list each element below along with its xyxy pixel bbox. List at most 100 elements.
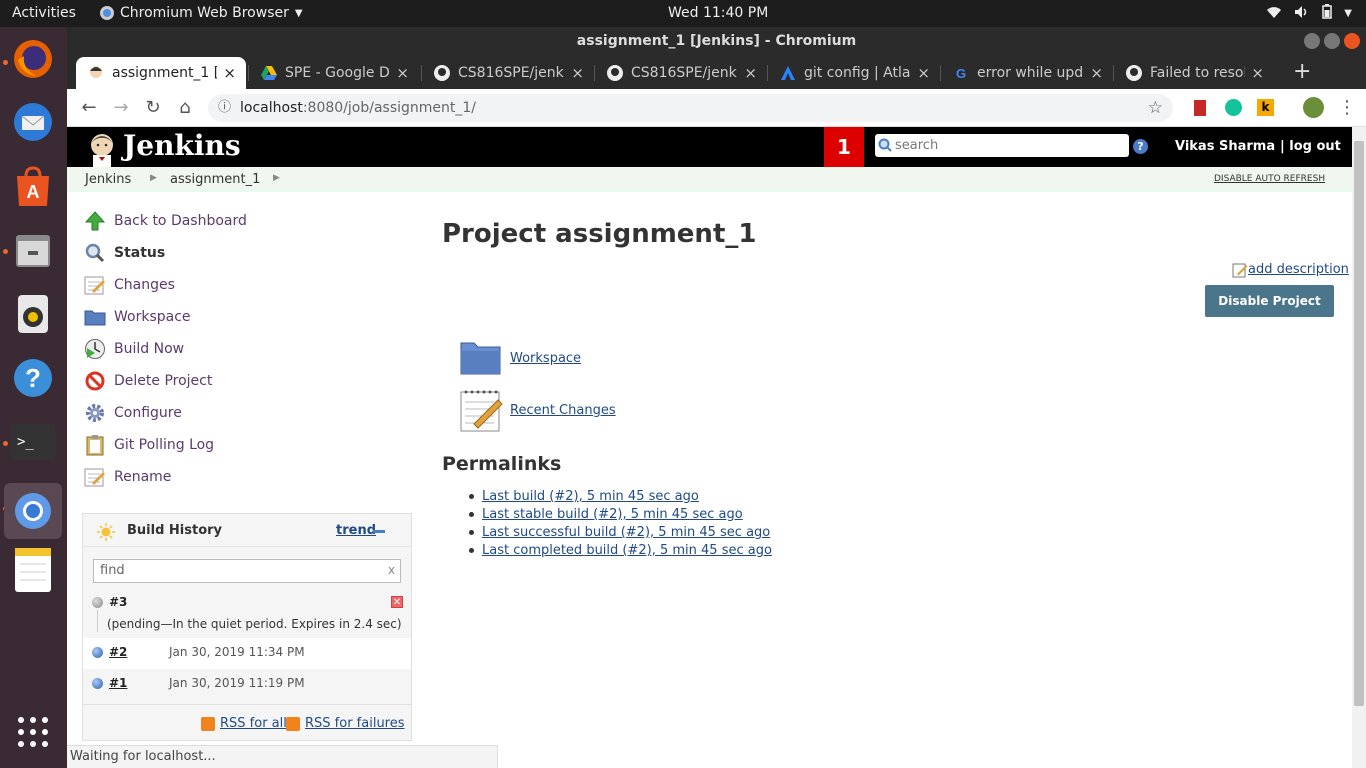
task-changes[interactable]: Changes bbox=[83, 273, 175, 297]
add-description-link[interactable]: add description bbox=[1248, 262, 1349, 277]
clock[interactable]: Wed 11:40 PM bbox=[668, 5, 768, 21]
rss-failures-link[interactable]: RSS for failures bbox=[305, 716, 405, 731]
tab-github-1[interactable]: CS816SPE/jenki × bbox=[422, 57, 594, 89]
cancel-build-icon[interactable]: ✕ bbox=[391, 596, 403, 608]
keep-extension-icon[interactable]: k bbox=[1257, 99, 1274, 116]
home-icon[interactable]: ⌂ bbox=[174, 97, 196, 119]
close-icon[interactable]: × bbox=[1090, 64, 1103, 82]
search-input[interactable]: search bbox=[875, 134, 1129, 157]
reload-icon[interactable]: ↻ bbox=[142, 97, 164, 119]
user-name-link[interactable]: Vikas Sharma bbox=[1175, 139, 1275, 154]
task-git-polling-log[interactable]: Git Polling Log bbox=[83, 433, 214, 457]
collapse-icon[interactable] bbox=[373, 530, 385, 533]
permalink-text[interactable]: Last completed build (#2), 5 min 45 sec … bbox=[482, 543, 772, 558]
breadcrumb: Jenkins ▶ assignment_1 ▶ DISABLE AUTO RE… bbox=[67, 167, 1352, 192]
notepad-icon[interactable] bbox=[460, 388, 504, 436]
sun-weather-icon bbox=[97, 523, 115, 545]
close-icon[interactable]: × bbox=[1251, 64, 1264, 82]
google-icon: G bbox=[955, 65, 967, 81]
build-number-link[interactable]: #2 bbox=[109, 645, 127, 659]
task-status[interactable]: Status bbox=[83, 241, 165, 265]
build-filter-input[interactable]: find bbox=[93, 559, 401, 583]
permalink-text[interactable]: Last build (#2), 5 min 45 sec ago bbox=[482, 489, 699, 504]
notes-icon[interactable] bbox=[10, 547, 56, 593]
build-number-link[interactable]: #1 bbox=[109, 676, 127, 690]
task-back-to-dashboard[interactable]: Back to Dashboard bbox=[83, 209, 247, 233]
help-icon[interactable]: ? bbox=[1133, 139, 1148, 154]
breadcrumb-arrow-icon[interactable]: ▶ bbox=[273, 173, 280, 183]
maximize-button[interactable] bbox=[1324, 33, 1340, 49]
activities-button[interactable]: Activities bbox=[12, 5, 76, 21]
caret-down-icon: ▼ bbox=[294, 7, 303, 19]
tab-google-drive[interactable]: SPE - Google Dri × bbox=[249, 57, 419, 89]
rhythmbox-icon[interactable] bbox=[10, 291, 56, 337]
close-icon[interactable]: × bbox=[917, 64, 930, 82]
clear-filter-icon[interactable]: x bbox=[388, 563, 395, 577]
software-center-icon[interactable]: A bbox=[10, 164, 56, 210]
breadcrumb-assignment[interactable]: assignment_1 bbox=[170, 172, 260, 187]
rss-all-link[interactable]: RSS for all bbox=[220, 716, 287, 731]
show-apps-icon[interactable] bbox=[10, 709, 56, 755]
permalink-item[interactable]: Last build (#2), 5 min 45 sec ago bbox=[469, 489, 699, 504]
permalink-item[interactable]: Last completed build (#2), 5 min 45 sec … bbox=[469, 543, 772, 558]
close-window-button[interactable] bbox=[1344, 33, 1360, 49]
jenkins-header: Jenkins 1 search ? Vikas Sharma | log ou… bbox=[67, 127, 1352, 167]
scrollbar-thumb[interactable] bbox=[1354, 141, 1364, 706]
address-bar[interactable]: ⓘ localhost:8080/job/assignment_1/ ☆ bbox=[208, 94, 1173, 122]
new-tab-button[interactable]: + bbox=[1293, 59, 1311, 84]
permalink-item[interactable]: Last successful build (#2), 5 min 45 sec… bbox=[469, 525, 770, 540]
info-icon[interactable]: ⓘ bbox=[218, 94, 231, 122]
task-configure[interactable]: Configure bbox=[83, 401, 182, 425]
grammarly-icon[interactable] bbox=[1225, 99, 1242, 116]
page-scrollbar[interactable] bbox=[1352, 127, 1366, 768]
logout-link[interactable]: | log out bbox=[1280, 139, 1341, 154]
trend-link[interactable]: trend bbox=[336, 523, 376, 538]
jenkins-logo[interactable]: Jenkins bbox=[123, 129, 241, 162]
system-tray[interactable]: ▼ bbox=[1266, 4, 1352, 23]
permalink-item[interactable]: Last stable build (#2), 5 min 45 sec ago bbox=[469, 507, 743, 522]
forward-icon[interactable]: → bbox=[110, 97, 132, 119]
permalink-text[interactable]: Last successful build (#2), 5 min 45 sec… bbox=[482, 525, 770, 540]
tab-google-search[interactable]: G error while upd × bbox=[941, 57, 1113, 89]
close-icon[interactable]: × bbox=[571, 64, 584, 82]
menu-kebab-icon[interactable]: ⋮ bbox=[1338, 97, 1356, 118]
bookmark-extension-icon[interactable] bbox=[1194, 100, 1206, 116]
firefox-icon[interactable] bbox=[10, 36, 56, 82]
app-menu[interactable]: Chromium Web Browser ▼ bbox=[100, 5, 303, 21]
build-history-widget: Build History trend find x #3 ✕ (pending… bbox=[82, 513, 412, 741]
folder-icon[interactable] bbox=[460, 339, 502, 379]
profile-avatar[interactable] bbox=[1303, 97, 1324, 118]
bookmark-star-icon[interactable]: ☆ bbox=[1148, 94, 1163, 122]
disable-auto-refresh-link[interactable]: DISABLE AUTO REFRESH bbox=[1214, 174, 1325, 184]
close-icon[interactable]: × bbox=[744, 64, 757, 82]
notification-badge[interactable]: 1 bbox=[824, 127, 864, 167]
jenkins-butler-logo[interactable] bbox=[85, 131, 119, 171]
help-icon[interactable]: ? bbox=[10, 355, 56, 401]
disable-project-button[interactable]: Disable Project bbox=[1205, 285, 1334, 317]
workspace-link[interactable]: Workspace bbox=[510, 351, 581, 366]
close-icon[interactable]: × bbox=[223, 64, 236, 82]
tab-assignment-jenkins[interactable]: assignment_1 [... × bbox=[76, 57, 246, 89]
thunderbird-icon[interactable] bbox=[10, 99, 56, 145]
back-icon[interactable]: ← bbox=[78, 97, 100, 119]
search-icon bbox=[878, 137, 892, 160]
close-icon[interactable]: × bbox=[396, 64, 409, 82]
files-icon[interactable] bbox=[10, 227, 56, 273]
breadcrumb-arrow-icon[interactable]: ▶ bbox=[150, 173, 157, 183]
recent-changes-link[interactable]: Recent Changes bbox=[510, 403, 616, 418]
edit-note-icon bbox=[1232, 262, 1248, 282]
task-build-now[interactable]: Build Now bbox=[83, 337, 184, 361]
chromium-dock-icon[interactable] bbox=[4, 483, 62, 539]
task-workspace[interactable]: Workspace bbox=[83, 305, 191, 329]
tab-atlassian[interactable]: git config | Atla × bbox=[768, 57, 940, 89]
tab-github-3[interactable]: Failed to resolve × bbox=[1114, 57, 1274, 89]
task-rename[interactable]: Rename bbox=[83, 465, 171, 489]
terminal-icon[interactable]: >_ bbox=[10, 419, 56, 465]
permalink-text[interactable]: Last stable build (#2), 5 min 45 sec ago bbox=[482, 507, 743, 522]
search-placeholder: search bbox=[895, 138, 939, 153]
tab-github-2[interactable]: CS816SPE/jenki × bbox=[595, 57, 767, 89]
task-delete-project[interactable]: Delete Project bbox=[83, 369, 212, 393]
breadcrumb-jenkins[interactable]: Jenkins bbox=[85, 172, 131, 187]
github-icon bbox=[607, 65, 623, 81]
minimize-button[interactable] bbox=[1304, 33, 1320, 49]
